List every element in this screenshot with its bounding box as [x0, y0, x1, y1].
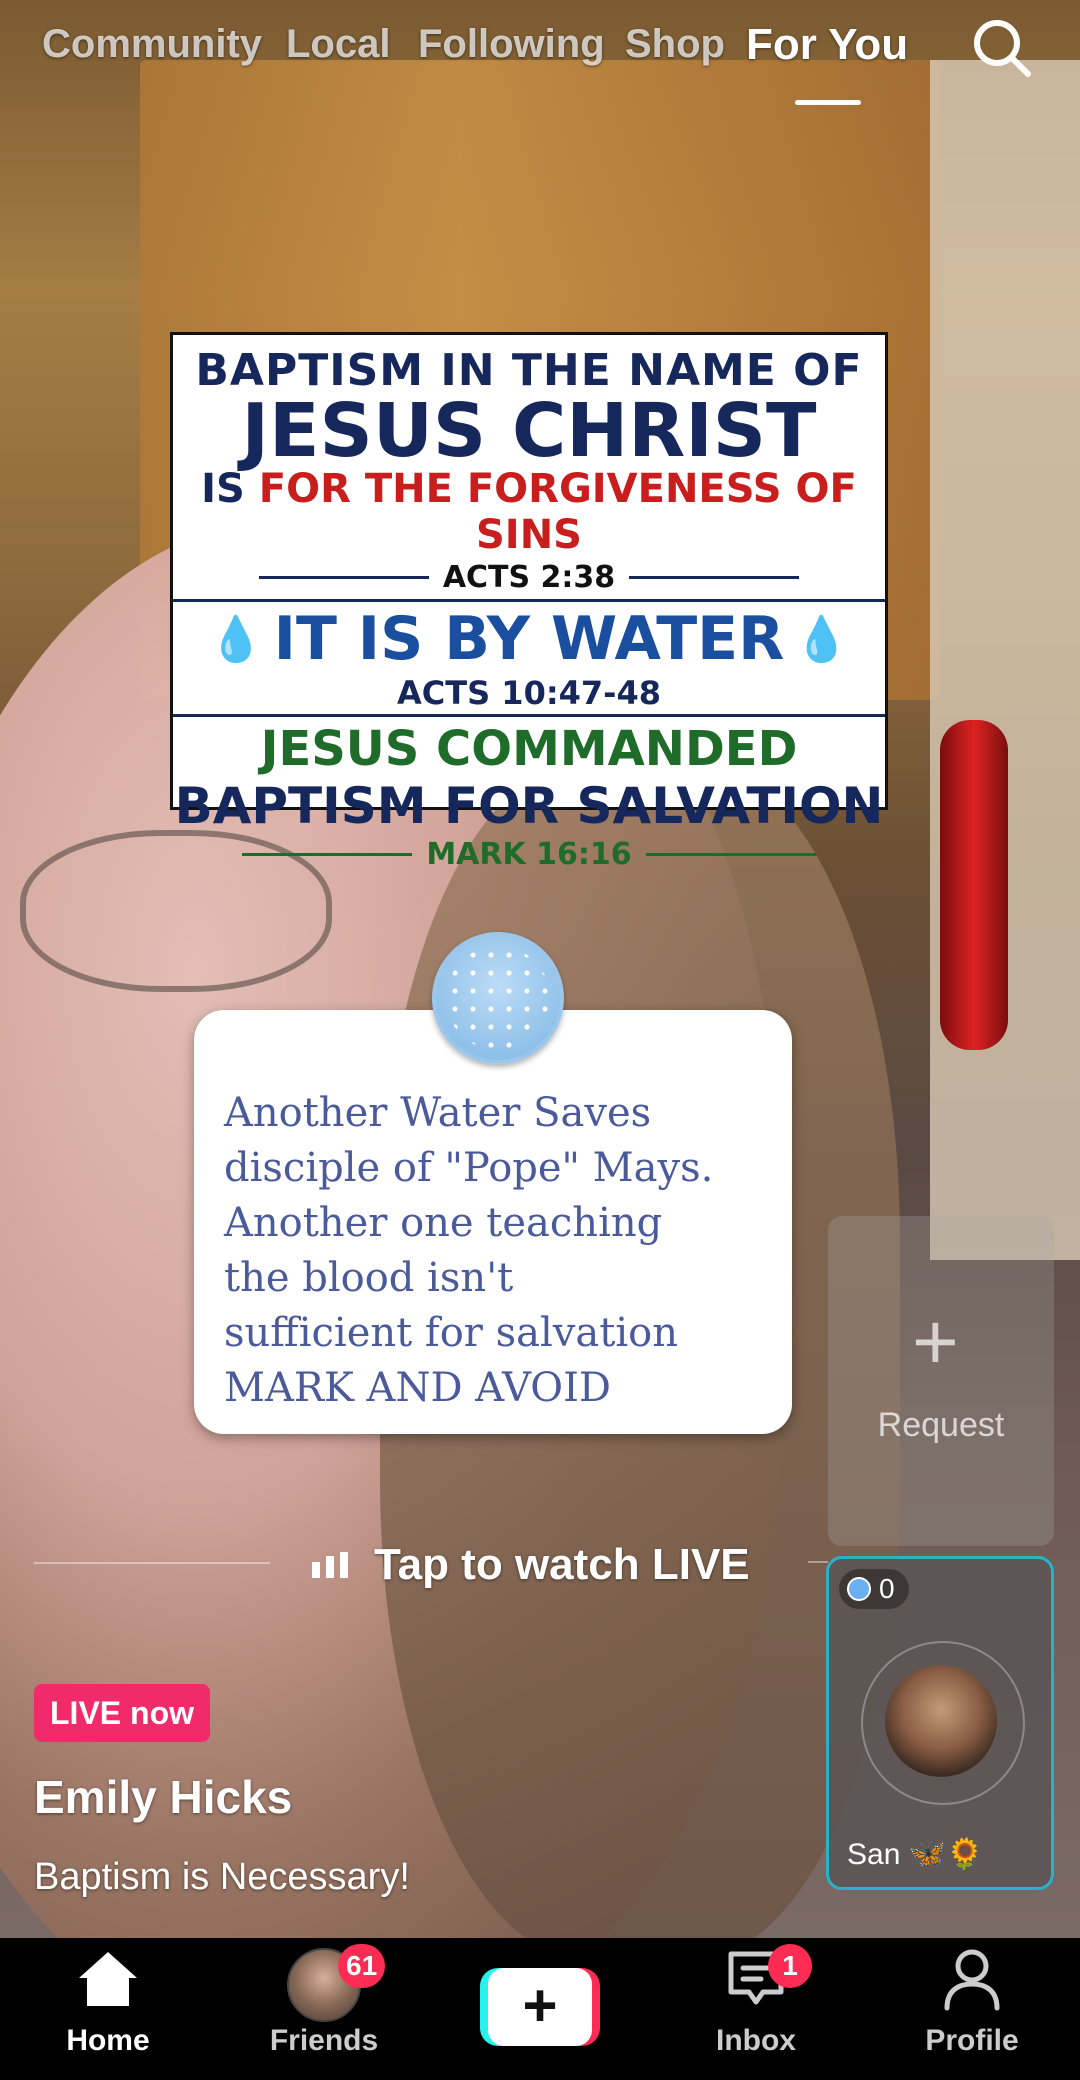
- baptism-sign-overlay: BAPTISM IN THE NAME OF JESUS CHRIST IS F…: [170, 332, 888, 872]
- comment-sticker-card: Another Water Saves disciple of "Pope" M…: [194, 932, 792, 1434]
- tab-for-you[interactable]: For You: [746, 20, 908, 70]
- sign-line-3: IS FOR THE FORGIVENESS OF SINS: [173, 466, 885, 558]
- request-label: Request: [877, 1406, 1005, 1444]
- nav-home-label: Home: [66, 2024, 150, 2057]
- tab-shop[interactable]: Shop: [625, 22, 725, 67]
- gem-icon: [847, 1577, 871, 1601]
- active-tab-indicator: [795, 100, 861, 105]
- profile-icon: [944, 1949, 1000, 2011]
- friends-notification-badge: 61: [338, 1944, 386, 1988]
- streamer-username[interactable]: Emily Hicks: [34, 1770, 292, 1824]
- pin-icon: [432, 932, 564, 1064]
- wallpaper-wall: [930, 60, 1080, 1260]
- fire-extinguisher: [940, 720, 1008, 1050]
- search-icon[interactable]: [970, 16, 1034, 80]
- tab-local[interactable]: Local: [286, 22, 390, 67]
- sign-line-3-red: FOR THE FORGIVENESS OF SINS: [258, 466, 857, 558]
- sign-line-4-text: IT IS BY WATER: [273, 604, 785, 674]
- sign-ref-2: ACTS 10:47-48: [397, 674, 661, 712]
- sign-divider: [173, 714, 885, 717]
- divider-line: [34, 1562, 270, 1564]
- plus-icon: +: [912, 1297, 959, 1386]
- live-now-badge: LIVE now: [34, 1684, 210, 1742]
- guest-name: San 🦋🌻: [847, 1838, 984, 1871]
- sign-line-2: JESUS CHRIST: [241, 388, 817, 474]
- sign-divider: [173, 599, 885, 602]
- guest-gift-count: 0: [839, 1569, 909, 1609]
- sign-ref-1: ACTS 2:38: [173, 560, 885, 595]
- tab-community[interactable]: Community: [42, 22, 262, 67]
- tab-following[interactable]: Following: [418, 22, 605, 67]
- create-plus-icon: +: [488, 1968, 592, 2046]
- sign-line-4: 💧 IT IS BY WATER 💧: [173, 604, 885, 674]
- sign-line-3-prefix: IS: [201, 466, 259, 512]
- tap-to-watch-live-label: Tap to watch LIVE: [374, 1540, 750, 1589]
- guest-tile[interactable]: 0 San 🦋🌻: [826, 1556, 1054, 1890]
- nav-profile-label: Profile: [925, 2024, 1019, 2057]
- water-drop-icon: 💧: [794, 614, 850, 665]
- comment-sticker-text: Another Water Saves disciple of "Pope" M…: [224, 1090, 714, 1411]
- sign-ref-3: MARK 16:16: [173, 837, 885, 872]
- home-icon: [79, 1952, 137, 2006]
- divider-line: [808, 1561, 828, 1563]
- nav-inbox-label: Inbox: [716, 2024, 796, 2057]
- bottom-navigation: Home 61 Friends + 1 Inbox Profile: [0, 1938, 1080, 2080]
- live-bars-icon: [312, 1552, 348, 1578]
- sign-line-5: JESUS COMMANDED: [260, 721, 798, 777]
- request-guest-button[interactable]: + Request: [828, 1216, 1054, 1546]
- create-button[interactable]: +: [480, 1968, 600, 2046]
- tap-to-watch-live[interactable]: Tap to watch LIVE: [34, 1540, 804, 1589]
- inbox-notification-badge: 1: [768, 1944, 812, 1988]
- nav-friends-label: Friends: [269, 2024, 379, 2057]
- guest-avatar[interactable]: [885, 1665, 997, 1777]
- top-feed-tabs: Community Local Following Shop For You: [0, 0, 1080, 120]
- stream-caption: Baptism is Necessary!: [34, 1856, 410, 1898]
- water-drop-icon: 💧: [208, 614, 264, 665]
- sign-line-6: BAPTISM FOR SALVATION: [174, 777, 884, 835]
- guest-count-value: 0: [879, 1573, 895, 1604]
